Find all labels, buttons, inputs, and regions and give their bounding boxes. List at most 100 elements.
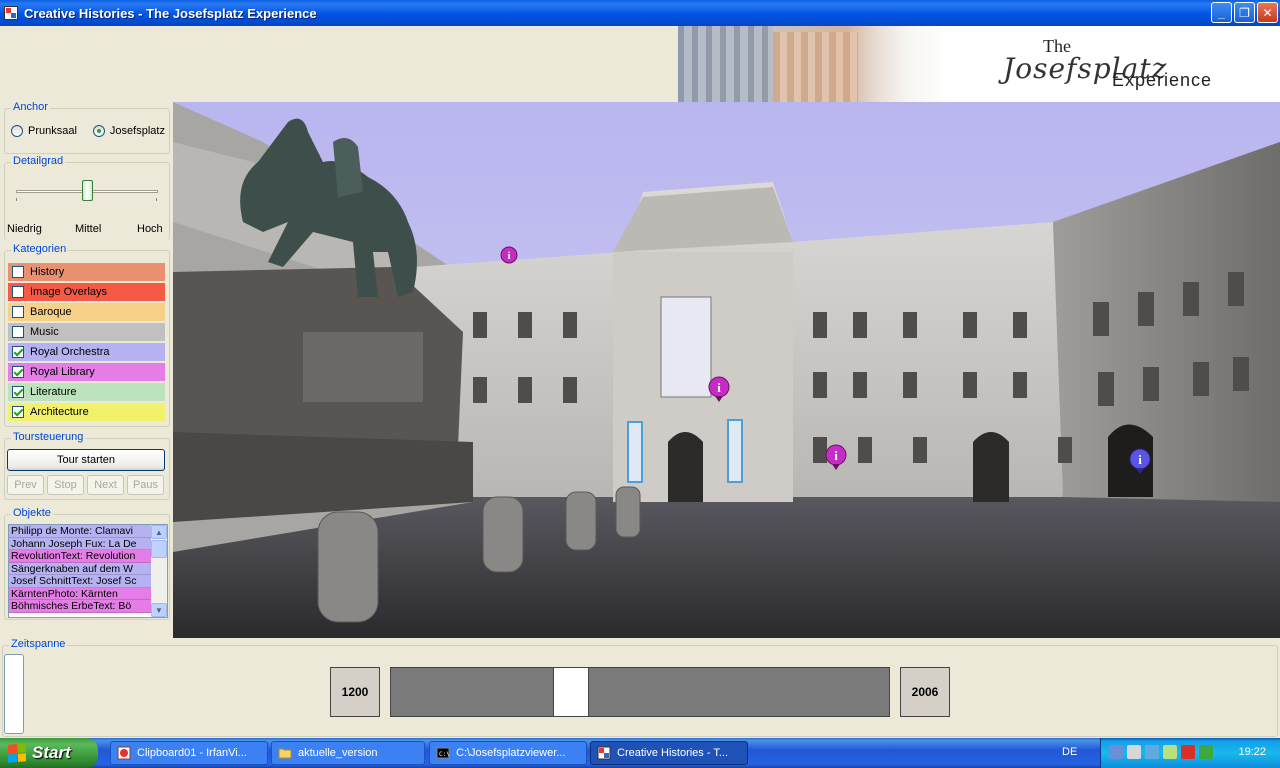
scene-render	[173, 102, 1280, 638]
list-item[interactable]: Johann Joseph Fux: La De	[9, 537, 152, 550]
taskbar-item-label: Creative Histories - T...	[617, 747, 729, 759]
poi-marker-icon[interactable]: i	[1129, 448, 1151, 477]
minimize-button[interactable]: _	[1211, 2, 1232, 23]
clock: 19:22	[1238, 746, 1266, 758]
scroll-thumb[interactable]	[151, 540, 167, 558]
timeline-side-control[interactable]	[4, 654, 24, 734]
objects-list[interactable]: Philipp de Monte: Clamavi Johann Joseph F…	[8, 524, 168, 618]
objects-group: Objekte Philipp de Monte: Clamavi Johann …	[4, 507, 170, 620]
banner-building-image	[773, 32, 858, 102]
sync-icon[interactable]	[1163, 745, 1177, 759]
detail-label-high: Hoch	[137, 223, 163, 235]
category-label: Royal Library	[30, 366, 95, 378]
category-checkbox[interactable]	[12, 386, 24, 398]
poi-marker-icon[interactable]: i	[500, 246, 518, 269]
category-row[interactable]: Music	[8, 323, 165, 341]
svg-text:i: i	[507, 250, 510, 262]
close-button[interactable]: ✕	[1257, 2, 1278, 23]
console-icon: C:\	[436, 747, 450, 759]
category-checkbox[interactable]	[12, 406, 24, 418]
detail-group-title: Detailgrad	[11, 155, 66, 167]
taskbar-item-label: Clipboard01 - IrfanVi...	[137, 747, 247, 759]
category-checkbox[interactable]	[12, 346, 24, 358]
list-item[interactable]: RevolutionText: Revolution	[9, 550, 152, 563]
tour-group-title: Toursteuerung	[11, 431, 86, 443]
taskbar-item-irfanview[interactable]: Clipboard01 - IrfanVi...	[110, 741, 268, 765]
maximize-button[interactable]: ❐	[1234, 2, 1255, 23]
category-row[interactable]: Royal Orchestra	[8, 343, 165, 361]
objects-scrollbar[interactable]: ▲ ▼	[151, 525, 167, 617]
taskbar: Start Clipboard01 - IrfanVi... aktuelle_…	[0, 738, 1280, 768]
start-label: Start	[32, 743, 71, 762]
taskbar-item-label: aktuelle_version	[298, 747, 378, 759]
category-checkbox[interactable]	[12, 286, 24, 298]
category-checkbox[interactable]	[12, 366, 24, 378]
poi-marker-icon[interactable]: i	[708, 376, 730, 405]
category-row[interactable]: Royal Library	[8, 363, 165, 381]
taskbar-item-label: C:\Josefsplatzviewer...	[456, 747, 566, 759]
poi-marker-icon[interactable]: i	[825, 444, 847, 473]
bluetooth-icon[interactable]	[1145, 745, 1159, 759]
list-item[interactable]: KärntenPhoto: Kärnten	[9, 587, 152, 600]
tour-start-button[interactable]: Tour starten	[7, 449, 165, 471]
list-item[interactable]: Philipp de Monte: Clamavi	[9, 525, 152, 538]
banner-logo-experience: Experience	[1112, 70, 1213, 90]
taskbar-item-console[interactable]: C:\ C:\Josefsplatzviewer...	[429, 741, 587, 765]
category-row[interactable]: Image Overlays	[8, 283, 165, 301]
category-checkbox[interactable]	[12, 306, 24, 318]
category-label: History	[30, 266, 65, 278]
category-checkbox[interactable]	[12, 326, 24, 338]
language-indicator[interactable]: DE	[1062, 746, 1077, 758]
radio-button-icon[interactable]	[11, 125, 23, 137]
tour-pause-button[interactable]: Paus	[127, 475, 164, 495]
timeline-track[interactable]	[390, 667, 890, 717]
tour-group: Toursteuerung Tour starten Prev Stop Nex…	[4, 431, 170, 500]
app-icon[interactable]	[4, 6, 18, 20]
tour-prev-button[interactable]: Prev	[7, 475, 44, 495]
scroll-up-icon[interactable]: ▲	[151, 525, 167, 539]
radio-label: Prunksaal	[28, 125, 77, 137]
category-row[interactable]: Literature	[8, 383, 165, 401]
category-row[interactable]: Architecture	[8, 403, 165, 421]
radio-prunksaal[interactable]: Prunksaal	[11, 125, 77, 137]
objects-group-title: Objekte	[11, 507, 53, 519]
title-bar: Creative Histories - The Josefsplatz Exp…	[0, 0, 1280, 26]
volume-icon[interactable]	[1127, 745, 1141, 759]
network-icon[interactable]	[1109, 745, 1123, 759]
svg-text:i: i	[717, 380, 721, 395]
category-row[interactable]: History	[8, 263, 165, 281]
folder-icon	[278, 748, 292, 759]
category-label: Literature	[30, 386, 77, 398]
category-label: Music	[30, 326, 59, 338]
radio-button-icon[interactable]	[92, 125, 105, 137]
detail-label-mid: Mittel	[75, 223, 102, 235]
timeline-thumb[interactable]	[553, 668, 589, 716]
lan-icon[interactable]	[1199, 745, 1213, 759]
list-item[interactable]: Böhmisches ErbeText: Bö	[9, 600, 152, 613]
scroll-down-icon[interactable]: ▼	[151, 603, 167, 617]
category-row[interactable]: Baroque	[8, 303, 165, 321]
irfanview-icon	[117, 746, 131, 760]
tour-next-button[interactable]: Next	[87, 475, 124, 495]
app-icon	[597, 746, 611, 760]
category-label: Royal Orchestra	[30, 346, 110, 358]
svg-text:C:\: C:\	[439, 751, 450, 758]
start-button[interactable]: Start	[0, 738, 98, 768]
detail-slider-thumb[interactable]	[82, 180, 93, 201]
timeline-group: Zeitspanne 1200 2006	[2, 638, 1278, 737]
timeline-start-year: 1200	[330, 667, 380, 717]
taskbar-item-folder[interactable]: aktuelle_version	[271, 741, 425, 765]
detail-label-low: Niedrig	[7, 223, 42, 235]
category-checkbox[interactable]	[12, 266, 24, 278]
detail-group: Detailgrad Niedrig Mittel Hoch	[4, 155, 170, 240]
antivirus-icon[interactable]	[1181, 745, 1195, 759]
radio-josefsplatz[interactable]: Josefsplatz	[92, 125, 165, 137]
radio-label: Josefsplatz	[109, 125, 165, 137]
3d-viewport[interactable]: i i i i	[173, 102, 1280, 638]
list-item[interactable]: Sängerknaben auf dem W	[9, 562, 152, 575]
list-item[interactable]: Josef SchnittText: Josef Sc	[9, 575, 152, 588]
taskbar-item-creative-histories[interactable]: Creative Histories - T...	[590, 741, 748, 765]
category-label: Architecture	[30, 406, 89, 418]
timeline-group-title: Zeitspanne	[9, 638, 68, 650]
tour-stop-button[interactable]: Stop	[47, 475, 84, 495]
